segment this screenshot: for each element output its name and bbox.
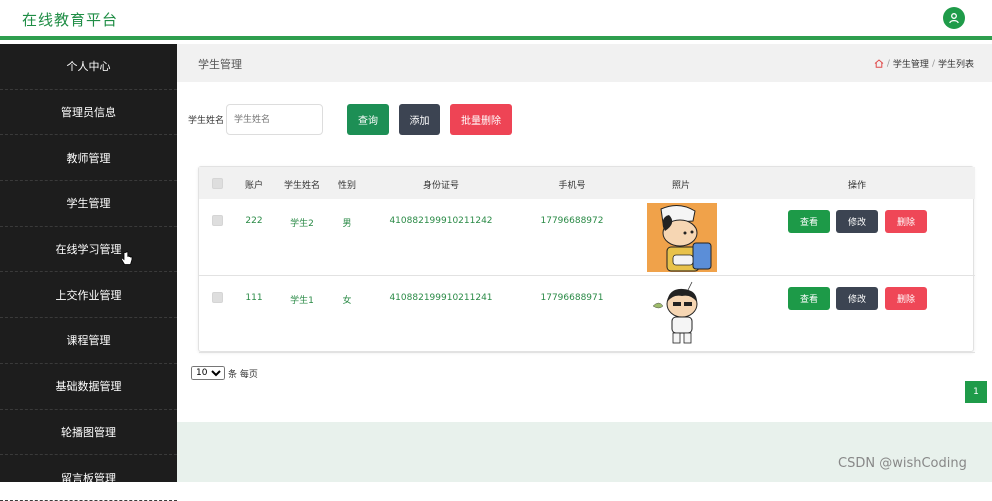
student-table: 账户 学生姓名 性别 身份证号 手机号 照片 操作 222 学生2 男 4108…	[198, 166, 975, 353]
cell-gender: 女	[342, 296, 352, 306]
page-size-control: 10 条 每页	[191, 366, 258, 380]
breadcrumb-separator: /	[886, 58, 890, 69]
cell-phone: 17796688971	[540, 293, 604, 303]
student-photo	[647, 280, 717, 349]
add-button[interactable]: 添加	[399, 104, 441, 135]
view-button[interactable]: 查看	[788, 210, 830, 233]
search-row: 学生姓名 查询 添加 批量删除	[188, 104, 513, 135]
sidebar-item-label: 在线学习管理	[55, 243, 122, 257]
footer-band	[177, 422, 992, 482]
sidebar-item-carousel[interactable]: 轮播图管理	[0, 410, 177, 456]
edit-button[interactable]: 修改	[836, 287, 878, 310]
breadcrumb-separator: /	[931, 58, 935, 69]
sidebar-item-admin-info[interactable]: 管理员信息	[0, 90, 177, 136]
student-name-label: 学生姓名	[188, 116, 225, 126]
cell-id-card: 410882199910211241	[389, 293, 493, 303]
header-gender: 性别	[337, 181, 357, 191]
select-all-checkbox[interactable]	[212, 178, 223, 189]
sidebar: 个人中心 管理员信息 教师管理 学生管理 在线学习管理 上交作业管理 课程管理 …	[0, 44, 177, 501]
brand-title: 在线教育平台	[22, 11, 119, 29]
header-actions: 操作	[847, 181, 867, 191]
per-page-label: 条 每页	[228, 369, 258, 380]
main-content: 学生管理 / 学生管理 / 学生列表 学生姓名 查询 添加 批量删除 账户 学生…	[177, 44, 992, 482]
student-name-input[interactable]	[226, 104, 324, 135]
table-row: 222 学生2 男 410882199910211242 17796688972…	[199, 199, 975, 276]
cell-gender: 男	[342, 219, 352, 229]
header-student-name: 学生姓名	[283, 181, 321, 191]
row-checkbox[interactable]	[212, 292, 223, 303]
cell-phone: 17796688972	[540, 216, 604, 226]
sidebar-item-basic-data[interactable]: 基础数据管理	[0, 364, 177, 410]
watermark: CSDN @wishCoding	[838, 456, 967, 471]
pagination-page-1[interactable]: 1	[965, 381, 987, 403]
breadcrumb-item-student-list: 学生列表	[937, 60, 974, 70]
sidebar-item-course-management[interactable]: 课程管理	[0, 318, 177, 364]
table-row: 111 学生1 女 410882199910211241 17796688971…	[199, 276, 975, 353]
header-account: 账户	[244, 181, 264, 191]
view-button[interactable]: 查看	[788, 287, 830, 310]
breadcrumb: / 学生管理 / 学生列表	[874, 57, 974, 70]
cell-account: 111	[245, 293, 263, 303]
student-photo	[647, 203, 717, 272]
query-button[interactable]: 查询	[347, 104, 390, 135]
delete-button[interactable]: 删除	[885, 210, 927, 233]
home-icon[interactable]	[874, 59, 884, 68]
crumb-bar: 学生管理 / 学生管理 / 学生列表	[177, 44, 992, 82]
sidebar-item-personal-center[interactable]: 个人中心	[0, 44, 177, 90]
cell-account: 222	[245, 216, 263, 226]
header-id-card: 身份证号	[422, 181, 460, 191]
sidebar-item-homework[interactable]: 上交作业管理	[0, 272, 177, 319]
cell-student-name: 学生1	[290, 296, 314, 306]
user-icon[interactable]	[943, 7, 965, 29]
page-size-select[interactable]: 10	[191, 366, 225, 380]
sidebar-item-online-learning[interactable]: 在线学习管理	[0, 227, 177, 273]
edit-button[interactable]: 修改	[836, 210, 878, 233]
user-glyph	[949, 13, 959, 24]
sidebar-item-student-management[interactable]: 学生管理	[0, 181, 177, 227]
table-header: 账户 学生姓名 性别 身份证号 手机号 照片 操作	[199, 167, 975, 199]
header-photo: 照片	[671, 181, 691, 191]
cell-id-card: 410882199910211242	[389, 216, 493, 226]
hand-cursor-icon	[121, 251, 133, 265]
header-phone: 手机号	[558, 181, 586, 191]
row-checkbox[interactable]	[212, 215, 223, 226]
sidebar-item-message-board[interactable]: 留言板管理	[0, 455, 177, 501]
breadcrumb-item-student-management[interactable]: 学生管理	[893, 57, 929, 70]
top-bar: 在线教育平台	[0, 0, 992, 40]
delete-button[interactable]: 删除	[885, 287, 927, 310]
cell-student-name: 学生2	[290, 219, 314, 229]
batch-delete-button[interactable]: 批量删除	[450, 104, 513, 135]
sidebar-item-teacher-management[interactable]: 教师管理	[0, 135, 177, 182]
page-title: 学生管理	[198, 58, 242, 71]
